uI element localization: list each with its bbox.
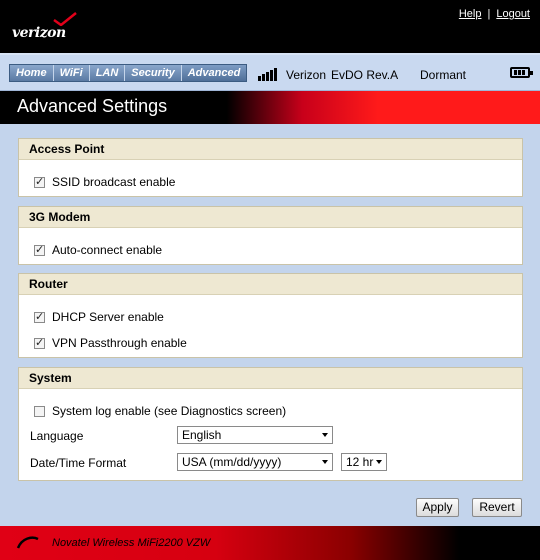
ssid-broadcast-label: SSID broadcast enable (52, 175, 176, 189)
auto-connect-label: Auto-connect enable (52, 243, 163, 257)
page-title: Advanced Settings (17, 96, 168, 116)
nav-bar: Home WiFi LAN Security Advanced Verizon … (0, 53, 540, 91)
system-log-label: System log enable (see Diagnostics scree… (52, 404, 287, 418)
page-header: Advanced Settings (0, 91, 540, 124)
dhcp-checkbox[interactable] (34, 310, 45, 323)
ssid-broadcast-row[interactable]: SSID broadcast enable (34, 175, 175, 189)
apply-button[interactable]: Apply (416, 498, 459, 517)
language-select[interactable]: English (177, 426, 333, 444)
system-log-checkbox[interactable] (34, 405, 45, 417)
tab-lan[interactable]: LAN (89, 65, 126, 81)
section-3g-modem: 3G Modem Auto-connect enable (18, 206, 523, 265)
section-title: 3G Modem (19, 207, 522, 228)
section-router: Router DHCP Server enable VPN Passthroug… (18, 273, 523, 358)
top-links: Help | Logout (459, 8, 530, 20)
section-access-point: Access Point SSID broadcast enable (18, 138, 523, 197)
vpn-passthrough-label: VPN Passthrough enable (52, 336, 187, 350)
chevron-down-icon (322, 433, 328, 437)
language-label: Language (30, 429, 84, 443)
novatel-logo-icon (16, 536, 39, 549)
vpn-passthrough-checkbox[interactable] (34, 336, 45, 349)
verizon-logo: verizon (12, 12, 82, 44)
time-format-value: 12 hr (346, 455, 374, 469)
signal-strength-icon (258, 68, 280, 81)
chevron-down-icon (376, 460, 382, 464)
dhcp-row[interactable]: DHCP Server enable (34, 310, 164, 324)
carrier-name: Verizon (286, 68, 327, 82)
tab-home[interactable]: Home (10, 65, 54, 81)
tab-wifi[interactable]: WiFi (53, 65, 90, 81)
auto-connect-checkbox[interactable] (34, 243, 45, 256)
revert-button[interactable]: Revert (472, 498, 522, 517)
network-type: EvDO Rev.A (331, 68, 399, 82)
nav-tabs: Home WiFi LAN Security Advanced (9, 64, 248, 82)
tab-advanced[interactable]: Advanced (181, 65, 247, 81)
date-format-select[interactable]: USA (mm/dd/yyyy) (177, 453, 333, 471)
footer-bar: Novatel Wireless MiFi2200 VZW (0, 526, 540, 560)
section-system: System System log enable (see Diagnostic… (18, 367, 523, 481)
tab-security[interactable]: Security (125, 65, 182, 81)
auto-connect-row[interactable]: Auto-connect enable (34, 243, 162, 257)
connection-state: Dormant (420, 68, 467, 82)
datetime-format-label: Date/Time Format (30, 456, 127, 470)
battery-icon (510, 67, 533, 78)
language-value: English (182, 428, 222, 442)
dhcp-label: DHCP Server enable (52, 310, 164, 324)
main-content: Access Point SSID broadcast enable 3G Mo… (0, 124, 540, 526)
ssid-broadcast-checkbox[interactable] (34, 175, 45, 188)
time-format-select[interactable]: 12 hr (341, 453, 387, 471)
vpn-passthrough-row[interactable]: VPN Passthrough enable (34, 336, 187, 350)
top-bar: verizon Help | Logout (0, 0, 540, 53)
logout-link[interactable]: Logout (496, 8, 530, 20)
section-title: System (19, 368, 522, 389)
app-window: verizon Help | Logout Home WiFi LAN Securi… (0, 0, 540, 560)
chevron-down-icon (322, 460, 328, 464)
section-title: Router (19, 274, 522, 295)
date-format-value: USA (mm/dd/yyyy) (182, 455, 282, 469)
section-title: Access Point (19, 139, 522, 160)
system-log-row[interactable]: System log enable (see Diagnostics scree… (34, 404, 286, 418)
footer-text: Novatel Wireless MiFi2200 VZW (52, 537, 211, 549)
logo-text: verizon (12, 25, 66, 41)
check-mark-logo-icon (53, 12, 77, 26)
link-separator: | (487, 8, 491, 20)
help-link[interactable]: Help (459, 8, 482, 20)
